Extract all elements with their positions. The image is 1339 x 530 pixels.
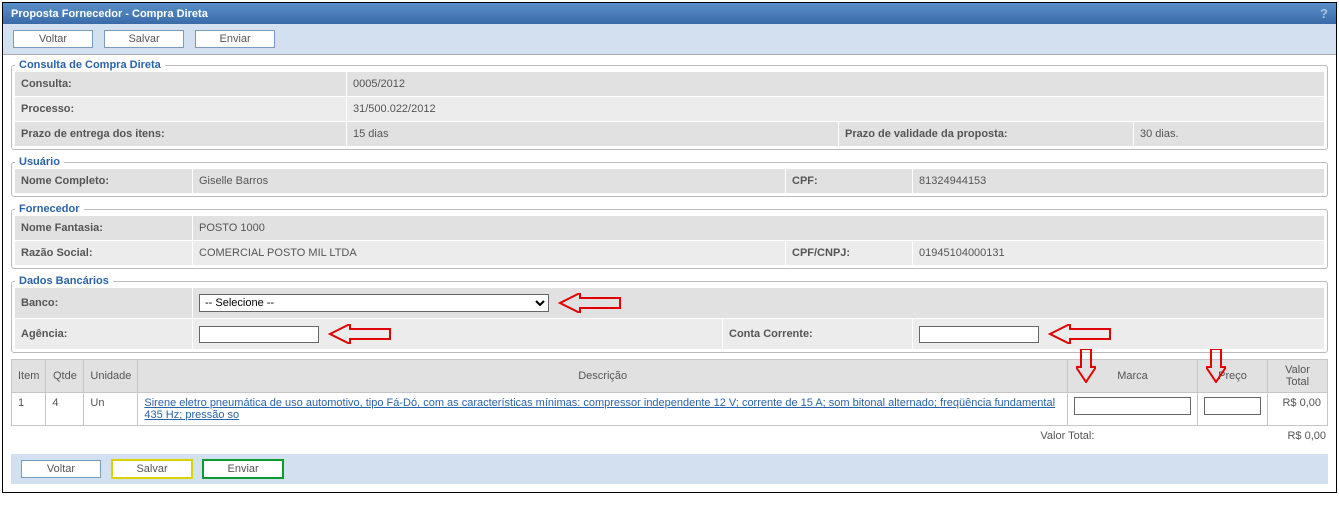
cell-qtde: 4 [46, 393, 84, 426]
cpfcnpj-label: CPF/CNPJ: [786, 241, 913, 265]
nome-fantasia-label: Nome Fantasia: [15, 216, 193, 240]
total-label: Valor Total: [1040, 430, 1094, 442]
total-row: Valor Total: R$ 0,00 [11, 426, 1328, 446]
window-title: Proposta Fornecedor - Compra Direta [11, 8, 208, 20]
cpf-value: 81324944153 [913, 169, 1324, 193]
fornecedor-legend: Fornecedor [15, 203, 84, 215]
th-qtde: Qtde [46, 360, 84, 393]
salvar-button[interactable]: Salvar [104, 30, 184, 48]
banco-cell: -- Selecione -- [193, 288, 1324, 318]
cpf-label: CPF: [786, 169, 913, 193]
banco-select[interactable]: -- Selecione -- [199, 294, 549, 312]
banco-label: Banco: [15, 288, 193, 318]
content-area: Consulta de Compra Direta Consulta: 0005… [3, 55, 1336, 492]
arrow-left-pointing-icon [325, 324, 391, 344]
conta-corrente-cell [913, 319, 1324, 349]
top-toolbar: Voltar Salvar Enviar [3, 24, 1336, 55]
descricao-link[interactable]: Sirene eletro pneumática de uso automoti… [144, 397, 1055, 421]
consulta-value: 0005/2012 [347, 72, 1324, 96]
items-header-row: Item Qtde Unidade Descrição Marca [12, 360, 1328, 393]
prazo-entrega-value: 15 dias [347, 122, 839, 146]
agencia-input[interactable] [199, 326, 319, 343]
nome-fantasia-value: POSTO 1000 [193, 216, 1324, 240]
cell-marca [1068, 393, 1198, 426]
cell-item: 1 [12, 393, 46, 426]
enviar-button[interactable]: Enviar [203, 460, 283, 478]
nome-completo-label: Nome Completo: [15, 169, 193, 193]
table-row: 1 4 Un Sirene eletro pneumática de uso a… [12, 393, 1328, 426]
help-icon[interactable]: ? [1320, 6, 1328, 21]
cell-preco [1198, 393, 1268, 426]
razao-social-value: COMERCIAL POSTO MIL LTDA [193, 241, 786, 265]
prazo-validade-label: Prazo de validade da proposta: [839, 122, 1134, 146]
dados-bancarios-legend: Dados Bancários [15, 275, 113, 287]
agencia-label: Agência: [15, 319, 193, 349]
dados-bancarios-fieldset: Dados Bancários Banco: -- Selecione -- A… [11, 275, 1328, 353]
salvar-button[interactable]: Salvar [112, 460, 192, 478]
th-valor-total: Valor Total [1268, 360, 1328, 393]
consulta-legend: Consulta de Compra Direta [15, 59, 165, 71]
marca-input[interactable] [1074, 397, 1191, 415]
cell-descricao: Sirene eletro pneumática de uso automoti… [138, 393, 1068, 426]
voltar-button[interactable]: Voltar [13, 30, 93, 48]
th-preco: Preço [1198, 360, 1268, 393]
nome-completo-value: Giselle Barros [193, 169, 786, 193]
usuario-legend: Usuário [15, 156, 64, 168]
razao-social-label: Razão Social: [15, 241, 193, 265]
th-descricao: Descrição [138, 360, 1068, 393]
conta-corrente-label: Conta Corrente: [723, 319, 913, 349]
th-item: Item [12, 360, 46, 393]
preco-input[interactable] [1204, 397, 1261, 415]
consulta-fieldset: Consulta de Compra Direta Consulta: 0005… [11, 59, 1328, 150]
consulta-label: Consulta: [15, 72, 347, 96]
total-value: R$ 0,00 [1287, 430, 1326, 442]
app-window: Proposta Fornecedor - Compra Direta ? Vo… [2, 2, 1337, 493]
processo-label: Processo: [15, 97, 347, 121]
th-marca: Marca [1068, 360, 1198, 393]
arrow-left-pointing-icon [555, 293, 621, 313]
prazo-validade-value: 30 dias. [1134, 122, 1324, 146]
bottom-toolbar: Voltar Salvar Enviar [11, 454, 1328, 484]
items-table: Item Qtde Unidade Descrição Marca [11, 359, 1328, 426]
th-marca-text: Marca [1117, 370, 1148, 382]
arrow-down-icon [1206, 349, 1226, 383]
processo-value: 31/500.022/2012 [347, 97, 1324, 121]
enviar-button[interactable]: Enviar [195, 30, 275, 48]
arrow-left-pointing-icon [1045, 324, 1111, 344]
cpfcnpj-value: 01945104000131 [913, 241, 1324, 265]
agencia-cell [193, 319, 723, 349]
prazo-entrega-label: Prazo de entrega dos itens: [15, 122, 347, 146]
voltar-button[interactable]: Voltar [21, 460, 101, 478]
conta-corrente-input[interactable] [919, 326, 1039, 343]
fornecedor-fieldset: Fornecedor Nome Fantasia: POSTO 1000 Raz… [11, 203, 1328, 269]
cell-unidade: Un [84, 393, 138, 426]
arrow-down-icon [1076, 349, 1096, 383]
cell-valor-total: R$ 0,00 [1268, 393, 1328, 426]
th-unidade: Unidade [84, 360, 138, 393]
usuario-fieldset: Usuário Nome Completo: Giselle Barros CP… [11, 156, 1328, 197]
titlebar: Proposta Fornecedor - Compra Direta ? [3, 3, 1336, 24]
